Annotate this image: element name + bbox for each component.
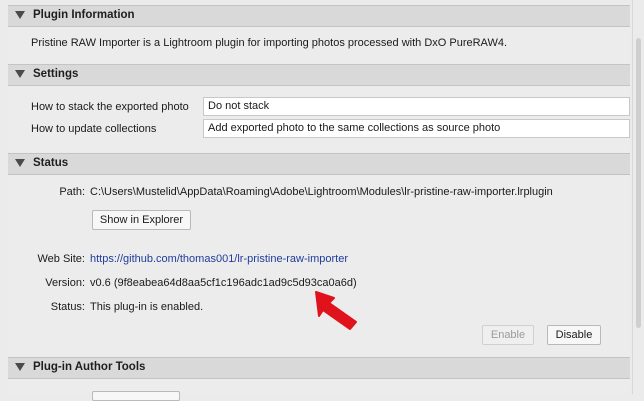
red-arrow-annotation-icon xyxy=(315,291,357,330)
author-tools-body xyxy=(8,379,630,401)
status-label: Status: xyxy=(50,301,85,313)
section-title: Plug-in Author Tools xyxy=(33,361,146,373)
collections-setting-label: How to update collections xyxy=(31,123,157,135)
version-label: Version: xyxy=(45,277,85,289)
scrollbar-thumb[interactable] xyxy=(636,38,641,328)
section-title: Status xyxy=(33,157,69,169)
status-header[interactable]: Status xyxy=(8,153,630,175)
collapse-triangle-icon[interactable] xyxy=(15,11,25,19)
plugin-information-body: Pristine RAW Importer is a Lightroom plu… xyxy=(8,27,630,63)
settings-header[interactable]: Settings xyxy=(8,64,630,86)
website-link[interactable]: https://github.com/thomas001/lr-pristine… xyxy=(90,253,348,265)
collapse-triangle-icon[interactable] xyxy=(15,159,25,167)
section-title: Plugin Information xyxy=(33,9,135,21)
enable-button[interactable]: Enable xyxy=(482,325,534,345)
website-label: Web Site: xyxy=(37,253,86,265)
show-in-explorer-button[interactable]: Show in Explorer xyxy=(92,210,191,230)
collapse-triangle-icon[interactable] xyxy=(15,70,25,78)
section-title: Settings xyxy=(33,68,79,80)
author-tools-button-partial[interactable] xyxy=(92,391,180,401)
plugin-information-header[interactable]: Plugin Information xyxy=(8,5,630,27)
author-tools-header[interactable]: Plug-in Author Tools xyxy=(8,357,630,379)
path-label: Path: xyxy=(59,186,85,198)
vertical-scrollbar[interactable] xyxy=(632,0,644,394)
collapse-triangle-icon[interactable] xyxy=(15,363,25,371)
disable-button[interactable]: Disable xyxy=(547,325,601,345)
stack-setting-select[interactable]: Do not stack xyxy=(203,97,630,116)
settings-body: How to stack the exported photo Do not s… xyxy=(8,86,630,152)
status-value: This plug-in is enabled. xyxy=(90,301,204,313)
collections-setting-select[interactable]: Add exported photo to the same collectio… xyxy=(203,119,630,138)
stack-setting-label: How to stack the exported photo xyxy=(31,101,189,113)
plugin-description: Pristine RAW Importer is a Lightroom plu… xyxy=(31,37,508,49)
path-value: C:\Users\Mustelid\AppData\Roaming\Adobe\… xyxy=(90,186,553,198)
